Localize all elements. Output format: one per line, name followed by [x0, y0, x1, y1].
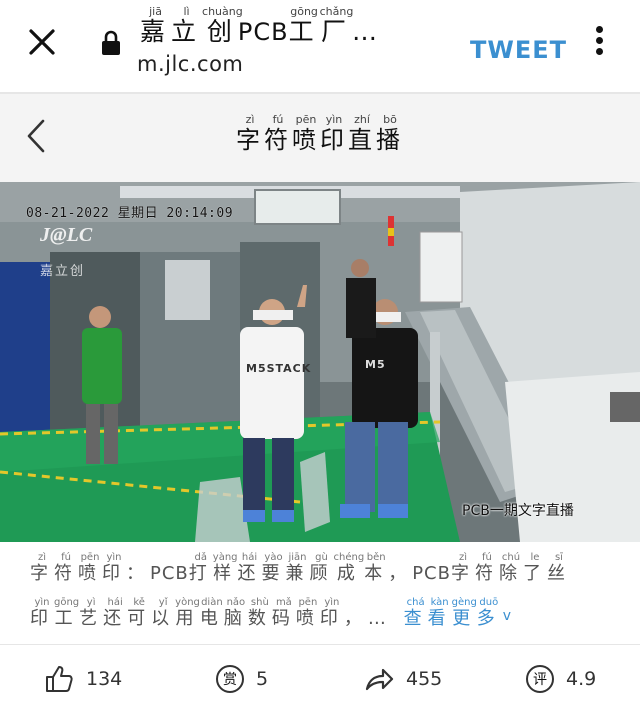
more-vertical-icon[interactable] [592, 26, 606, 58]
description-char: ： [126, 563, 150, 584]
description-char: 本běn [364, 552, 389, 584]
share-count: 455 [406, 668, 443, 690]
description-char: 符fú [54, 552, 78, 584]
description-char: 样yàng [212, 552, 238, 584]
chevron-down-icon: v [502, 608, 512, 624]
title-char: PCB [237, 18, 289, 46]
page-title-char: 喷pēn [292, 113, 320, 154]
page-title-char: 字zì [236, 113, 264, 154]
reward-icon: 赏 [216, 665, 244, 693]
close-icon[interactable] [26, 26, 58, 58]
description-char: 了le [522, 552, 547, 584]
browser-toolbar: 嘉jiā立lì创chuàngPCB工gōng厂chǎng… m.jlc.com … [0, 0, 640, 92]
video-scene [0, 182, 640, 542]
read-more-link[interactable]: 查chá看kàn更gèng多duōv [403, 597, 512, 629]
description-char: 打dǎ [188, 552, 213, 584]
live-video-frame[interactable]: 08-21-2022 星期日 20:14:09 J@LC 嘉立创 M5STACK… [0, 182, 640, 542]
video-caption: PCB一期文字直播 [462, 503, 574, 519]
shirt-print-left: M5STACK [246, 362, 312, 375]
description-char: ， [343, 608, 368, 629]
description-char: 脑nǎo [223, 597, 248, 629]
watermark-subtitle: 嘉立创 [40, 264, 86, 279]
page-title-char: 印yìn [320, 113, 348, 154]
article-description: 字zì符fú喷pēn印yìn：PCB打dǎ样yàng还hái要yào兼jiān顾… [30, 552, 620, 640]
title-char: … [351, 17, 383, 46]
title-char: 厂chǎng [319, 6, 354, 46]
like-button[interactable]: 134 [44, 662, 122, 696]
like-count: 134 [86, 668, 123, 690]
video-timestamp: 08-21-2022 星期日 20:14:09 [26, 206, 234, 221]
description-char: 印yìn [102, 552, 126, 584]
share-button[interactable]: 455 [364, 662, 442, 696]
description-char: … [367, 608, 392, 629]
description-char: 字zì [450, 552, 475, 584]
browser-page-title: 嘉jiā立lì创chuàngPCB工gōng厂chǎng… [140, 6, 440, 48]
description-char: PCB [150, 563, 189, 584]
description-char: 兼jiān [285, 552, 310, 584]
description-char: 数shù [247, 597, 272, 629]
description-char: 顾gù [309, 552, 334, 584]
description-char: 以yǐ [151, 597, 176, 629]
rating-value: 4.9 [566, 668, 597, 690]
reward-button[interactable]: 赏 5 [216, 662, 268, 696]
thumbs-up-icon [46, 666, 73, 692]
description-char: 印yìn [30, 597, 54, 629]
description-char: 字zì [30, 552, 54, 584]
description-char: 要yào [261, 552, 286, 584]
title-char: 创chuàng [202, 6, 243, 46]
share-icon [365, 668, 394, 691]
description-line-1: 字zì符fú喷pēn印yìn：PCB打dǎ样yàng还hái要yào兼jiān顾… [30, 552, 620, 595]
rating-button[interactable]: 评 4.9 [526, 662, 596, 696]
description-char: 成chéng [333, 552, 365, 584]
read-more-char: 查chá [403, 597, 428, 629]
watermark-logo: J@LC [40, 224, 93, 246]
page-title: 字zì符fú喷pēn印yìn直zhí播bō [0, 113, 640, 155]
page-title-char: 符fú [264, 113, 292, 154]
title-char: 嘉jiā [140, 6, 172, 46]
page-title-char: 播bō [376, 113, 404, 154]
reward-count: 5 [256, 668, 269, 690]
description-char: 艺yì [79, 597, 104, 629]
read-more-char: 看kàn [427, 597, 452, 629]
lock-icon [102, 30, 120, 55]
description-char: 可kě [127, 597, 152, 629]
title-char: 立lì [171, 6, 203, 46]
description-char: 丝sī [546, 552, 571, 584]
description-char: 喷pēn [78, 552, 102, 584]
description-char: 还hái [103, 597, 128, 629]
title-char: 工gōng [288, 6, 320, 46]
description-line-2: 印yìn工gōng艺yì还hái可kě以yǐ用yòng电diàn脑nǎo数shù… [30, 595, 620, 640]
description-char: 印yìn [319, 597, 344, 629]
description-char: 符fú [474, 552, 499, 584]
description-char: 工gōng [54, 597, 80, 629]
rating-icon: 评 [526, 665, 554, 693]
description-char: 喷pēn [295, 597, 320, 629]
shirt-print-right: M5 [365, 358, 386, 371]
page-header: 字zì符fú喷pēn印yìn直zhí播bō [0, 94, 640, 182]
divider [0, 644, 640, 645]
page-title-char: 直zhí [348, 113, 376, 154]
description-char: 码mǎ [271, 597, 296, 629]
description-char: ， [388, 563, 413, 584]
description-char: 电diàn [199, 597, 224, 629]
action-bar: 134 赏 5 455 评 4.9 [0, 648, 640, 709]
description-char: 除chú [498, 552, 523, 584]
tweet-button[interactable]: TWEET [470, 36, 567, 64]
description-char: PCB [412, 563, 451, 584]
read-more-char: 更gèng [451, 597, 477, 629]
read-more-char: 多duō [476, 597, 501, 629]
description-char: 还hái [237, 552, 262, 584]
description-char: 用yòng [175, 597, 200, 629]
browser-url[interactable]: m.jlc.com [137, 52, 243, 76]
